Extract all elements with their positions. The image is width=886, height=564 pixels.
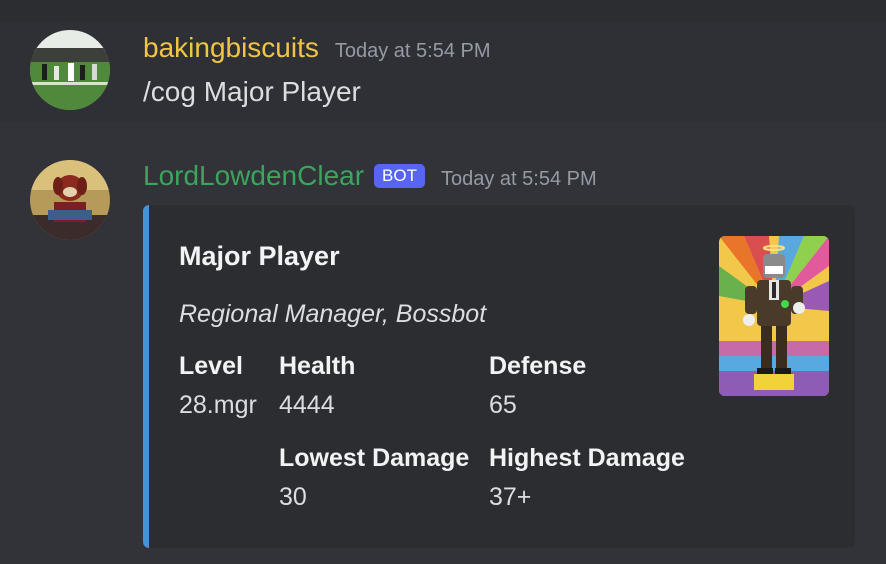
field-name: Highest Damage: [489, 444, 685, 472]
field-name: Health: [279, 352, 356, 380]
avatar[interactable]: [30, 160, 110, 240]
bot-badge: BOT: [374, 164, 425, 188]
field-defense: Defense 65: [489, 352, 586, 420]
avatar[interactable]: [30, 30, 110, 110]
message-header: LordLowdenClear BOT Today at 5:54 PM: [143, 160, 597, 192]
field-name: Defense: [489, 352, 587, 380]
field-health: Health 4444: [279, 352, 355, 420]
message-user-command: bakingbiscuits Today at 5:54 PM /cog Maj…: [0, 22, 886, 122]
username[interactable]: bakingbiscuits: [143, 32, 319, 64]
field-value: 65: [489, 391, 517, 419]
field-name: Lowest Damage: [279, 444, 470, 472]
field-value: 28.mgr: [179, 391, 257, 419]
embed-thumbnail[interactable]: [719, 236, 829, 396]
timestamp: Today at 5:54 PM: [441, 168, 597, 190]
field-value: 4444: [279, 391, 335, 419]
message-content: /cog Major Player: [143, 76, 361, 107]
field-name: Level: [179, 352, 243, 380]
embed-description: Regional Manager, Bossbot: [179, 300, 487, 328]
avatar-field-photo-image: [30, 30, 110, 110]
embed-card: Major Player Regional Manager, Bossbot L…: [143, 205, 855, 548]
field-lowest-damage: Lowest Damage 30: [279, 444, 469, 512]
field-highest-damage: Highest Damage 37+: [489, 444, 685, 512]
cog-character-image: [719, 236, 829, 396]
field-level: Level 28.mgr: [179, 352, 257, 420]
username[interactable]: LordLowdenClear: [143, 160, 364, 192]
field-value: 30: [279, 483, 307, 511]
message-bot-response: LordLowdenClear BOT Today at 5:54 PM Maj…: [0, 140, 886, 564]
message-header: bakingbiscuits Today at 5:54 PM: [143, 32, 491, 64]
embed-title: Major Player: [179, 241, 340, 271]
timestamp: Today at 5:54 PM: [334, 40, 491, 62]
previous-message-area: [0, 0, 886, 22]
avatar-mascot-image: [30, 160, 110, 240]
field-value: 37+: [489, 483, 532, 511]
